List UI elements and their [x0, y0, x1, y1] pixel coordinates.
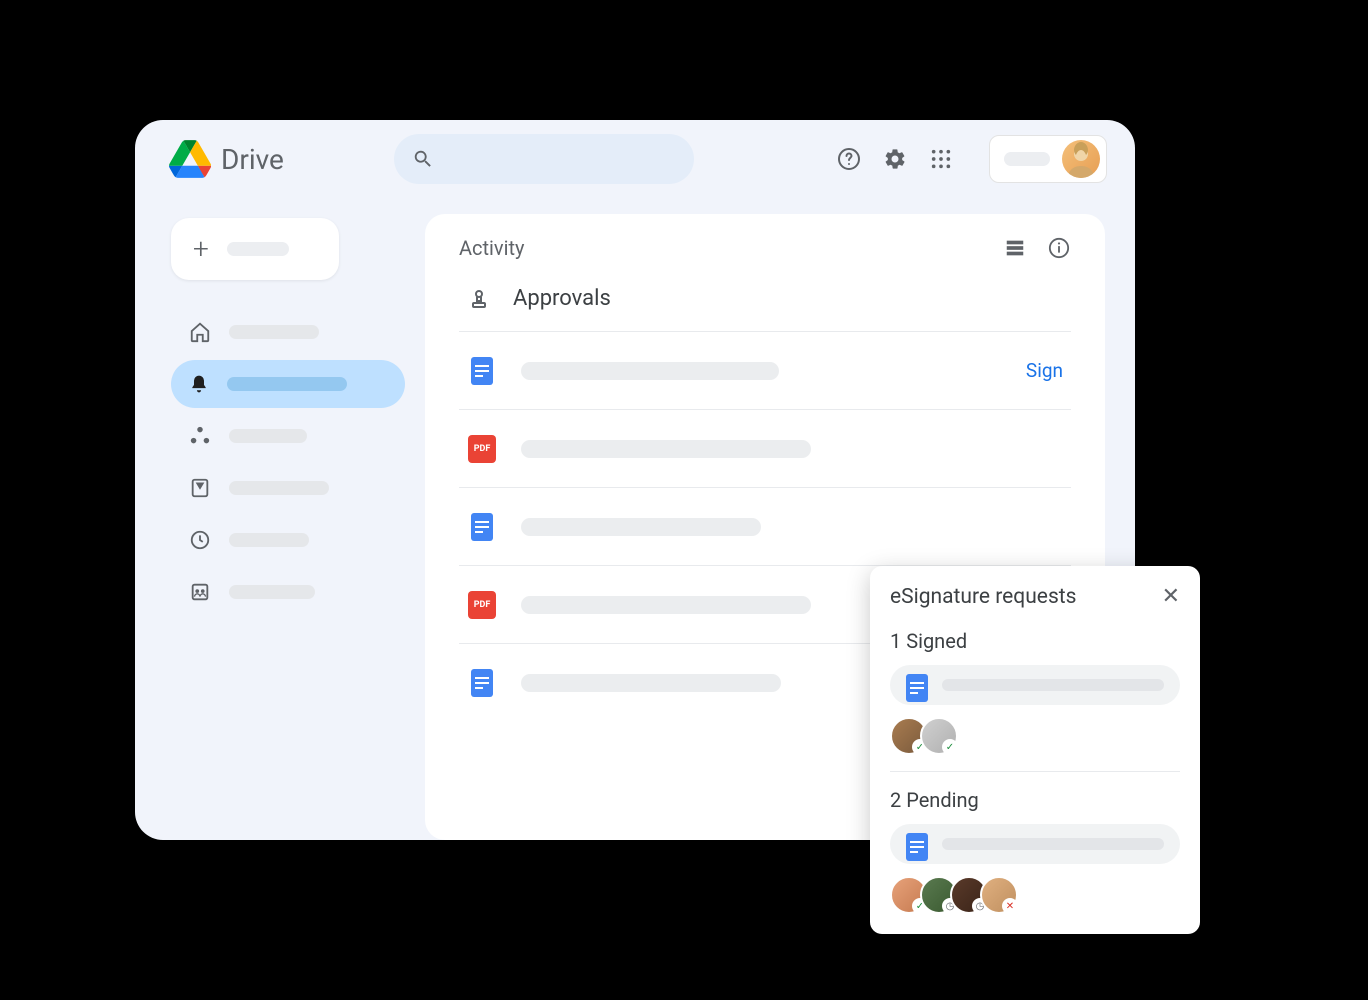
sidebar-item-recent[interactable]	[171, 516, 405, 564]
bell-icon	[189, 373, 209, 395]
share-nodes-icon	[189, 425, 211, 447]
signer-avatar[interactable]: ✓	[920, 717, 958, 755]
home-icon	[189, 321, 211, 343]
sidebar-item-drive[interactable]	[171, 464, 405, 512]
approval-row[interactable]: PDF	[459, 410, 1071, 488]
file-name-placeholder	[942, 679, 1164, 691]
account-label-placeholder	[1004, 152, 1050, 166]
help-icon[interactable]	[837, 147, 861, 171]
doc-file-icon	[471, 357, 493, 385]
info-icon[interactable]	[1047, 236, 1071, 260]
new-label-placeholder	[227, 242, 289, 256]
close-icon[interactable]: ✕	[1162, 584, 1180, 609]
list-view-icon[interactable]	[1003, 236, 1027, 260]
status-badge-ok: ✓	[942, 739, 958, 755]
file-chip[interactable]	[890, 824, 1180, 864]
plus-icon: +	[193, 235, 209, 263]
drive-logo-icon	[169, 138, 211, 180]
app-header: Drive	[135, 120, 1135, 198]
app-title: Drive	[221, 143, 284, 176]
search-input[interactable]	[394, 134, 694, 184]
shared-drive-icon	[189, 581, 211, 603]
popup-title: eSignature requests	[890, 585, 1077, 609]
avatar-row: ✓ ✓	[890, 717, 1180, 755]
pdf-file-icon: PDF	[468, 591, 496, 619]
doc-file-icon	[906, 833, 928, 861]
file-name-placeholder	[521, 674, 781, 692]
file-name-placeholder	[521, 440, 811, 458]
esignature-popup: eSignature requests ✕ 1 Signed ✓ ✓ 2 Pen…	[870, 566, 1200, 934]
popup-section: 2 Pending ✓ ◷ ◷ ✕	[890, 788, 1180, 914]
doc-file-icon	[906, 674, 928, 702]
sidebar-item-shared-drives[interactable]	[171, 568, 405, 616]
pdf-file-icon: PDF	[468, 435, 496, 463]
sidebar: +	[135, 198, 425, 840]
approval-row[interactable]	[459, 488, 1071, 566]
drive-icon	[189, 477, 211, 499]
sidebar-item-home[interactable]	[171, 308, 405, 356]
account-switcher[interactable]	[989, 135, 1107, 183]
clock-icon	[189, 529, 211, 551]
sidebar-item-shared[interactable]	[171, 412, 405, 460]
header-actions	[837, 135, 1107, 183]
user-avatar[interactable]	[1062, 140, 1100, 178]
section-title: Approvals	[513, 286, 611, 311]
apps-icon[interactable]	[929, 147, 953, 171]
card-title: Activity	[459, 236, 524, 260]
doc-file-icon	[471, 669, 493, 697]
status-badge-no: ✕	[1002, 898, 1018, 914]
file-chip[interactable]	[890, 665, 1180, 705]
approvals-stamp-icon	[467, 287, 491, 311]
search-icon	[412, 148, 434, 170]
popup-section-heading: 1 Signed	[890, 629, 1180, 653]
sidebar-item-activity[interactable]	[171, 360, 405, 408]
signer-avatar[interactable]: ✕	[980, 876, 1018, 914]
file-name-placeholder	[521, 596, 811, 614]
settings-icon[interactable]	[883, 147, 907, 171]
popup-section-heading: 2 Pending	[890, 788, 1180, 812]
approval-row[interactable]: Sign	[459, 332, 1071, 410]
file-name-placeholder	[521, 362, 779, 380]
file-name-placeholder	[942, 838, 1164, 850]
section-header: Approvals	[459, 286, 1071, 332]
sign-action[interactable]: Sign	[1026, 359, 1063, 382]
new-button[interactable]: +	[171, 218, 339, 280]
logo-area[interactable]: Drive	[169, 138, 284, 180]
doc-file-icon	[471, 513, 493, 541]
avatar-row: ✓ ◷ ◷ ✕	[890, 876, 1180, 914]
file-name-placeholder	[521, 518, 761, 536]
popup-section: 1 Signed ✓ ✓	[890, 629, 1180, 772]
